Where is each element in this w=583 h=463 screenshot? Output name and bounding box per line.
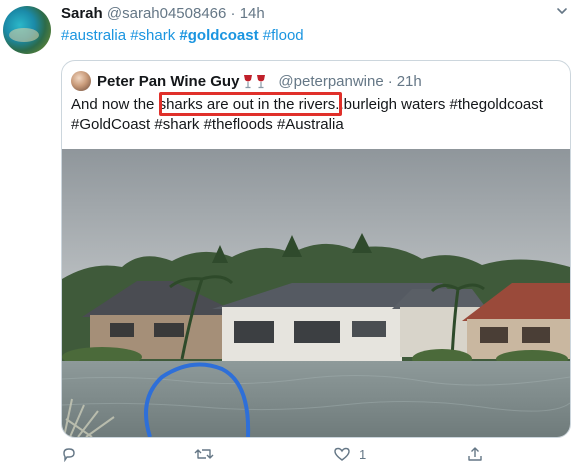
red-highlight-box	[159, 92, 342, 116]
hashtag-link[interactable]: #australia	[61, 27, 126, 44]
quoted-text-before: And now the	[71, 96, 159, 113]
quoted-tweet-card[interactable]: Peter Pan Wine Guy @peterpanwine · 21h A…	[61, 60, 571, 438]
quoted-author-avatar	[71, 71, 91, 91]
chevron-down-icon[interactable]	[555, 4, 569, 18]
tweet-time[interactable]: 14h	[240, 5, 265, 22]
retweet-icon	[194, 449, 214, 459]
heart-icon	[334, 447, 350, 461]
separator-dot: ·	[230, 5, 236, 22]
quoted-author-name: Peter Pan Wine Guy	[97, 72, 240, 90]
share-button[interactable]	[467, 446, 483, 462]
retweet-button[interactable]	[194, 446, 222, 462]
hashtag-link[interactable]: #shark	[130, 27, 175, 44]
tweet-header: Sarah @sarah04508466 · 14h	[61, 5, 265, 22]
author-avatar[interactable]	[3, 6, 51, 54]
tweet-hashtags: #australia #shark #goldcoast #flood	[61, 27, 304, 44]
hashtag-link[interactable]: #goldcoast	[179, 27, 258, 44]
separator-dot: ·	[387, 72, 393, 90]
quoted-author-handle: @peterpanwine	[278, 72, 384, 90]
quoted-tweet-header: Peter Pan Wine Guy @peterpanwine · 21h	[71, 71, 422, 91]
like-button[interactable]: 1	[333, 446, 366, 462]
wine-glass-icon	[243, 74, 266, 89]
hashtag-link[interactable]: #flood	[263, 27, 304, 44]
quoted-tweet-time: 21h	[396, 72, 422, 90]
reply-button[interactable]	[61, 446, 85, 462]
author-handle[interactable]: @sarah04508466	[107, 5, 227, 22]
share-icon	[468, 447, 482, 461]
reply-icon	[63, 448, 75, 462]
tweet-actions: 1	[0, 446, 583, 463]
flood-photo[interactable]	[62, 149, 570, 437]
like-count: 1	[359, 446, 367, 462]
author-name[interactable]: Sarah	[61, 5, 103, 22]
